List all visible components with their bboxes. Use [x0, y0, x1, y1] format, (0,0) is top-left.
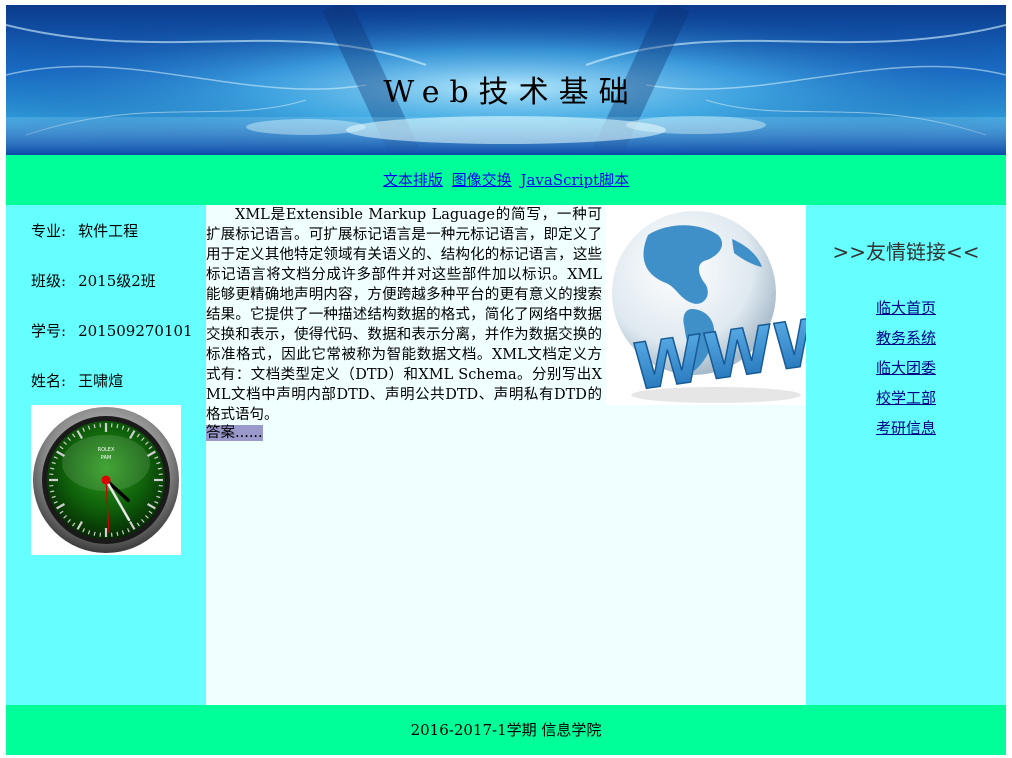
friend-links-title: >>友情链接<<: [832, 240, 980, 264]
name-row: 姓名: 王啸煊: [31, 370, 123, 391]
left-sidebar: 专业: 软件工程 班级: 2015级2班 学号: 201509270101 姓名: 王啸…: [6, 205, 206, 705]
answer-toggle[interactable]: 答案......: [206, 425, 263, 441]
major-row: 专业: 软件工程: [31, 220, 138, 241]
nav-link-javascript[interactable]: JavaScript脚本: [520, 171, 629, 189]
link-student-affairs[interactable]: 校学工部: [876, 389, 936, 407]
page: Web技术基础 文本排版 图像交换 JavaScript脚本 专业: 软件工程 班…: [6, 5, 1006, 755]
name-label: 姓名:: [31, 372, 67, 390]
link-youth-league[interactable]: 临大团委: [876, 359, 936, 377]
clock-label: PAM: [101, 455, 111, 461]
right-sidebar: >>友情链接<< 临大首页 教务系统 临大团委 校学工部 考研信息: [806, 205, 1006, 705]
banner: Web技术基础: [6, 5, 1006, 155]
student-id-value: 201509270101: [78, 322, 193, 340]
link-academic-system[interactable]: 教务系统: [876, 329, 936, 347]
class-value: 2015级2班: [78, 272, 156, 290]
site-title: Web技术基础: [383, 75, 639, 110]
link-linyi-home[interactable]: 临大首页: [876, 299, 936, 317]
student-id-row: 学号: 201509270101: [31, 320, 193, 341]
footer: 2016-2017-1学期 信息学院: [6, 705, 1006, 755]
class-label: 班级:: [31, 272, 67, 290]
student-id-label: 学号:: [31, 322, 67, 340]
link-graduate-exam[interactable]: 考研信息: [876, 419, 936, 437]
main-content: WWW XML是Extensible Markup Laguage的简写，一种可…: [206, 205, 845, 705]
top-nav: 文本排版 图像交换 JavaScript脚本: [6, 155, 1006, 205]
major-label: 专业:: [31, 222, 67, 240]
name-value: 王啸煊: [78, 372, 124, 390]
nav-link-text-layout[interactable]: 文本排版: [383, 171, 443, 189]
major-value: 软件工程: [78, 222, 139, 240]
clock-icon: ROLEX PAM: [33, 407, 179, 553]
analog-clock: ROLEX PAM: [31, 405, 181, 555]
www-globe-image: WWW: [606, 205, 845, 407]
nav-link-image-swap[interactable]: 图像交换: [452, 171, 512, 189]
clock-brand: ROLEX: [98, 447, 115, 453]
class-row: 班级: 2015级2班: [31, 270, 156, 291]
